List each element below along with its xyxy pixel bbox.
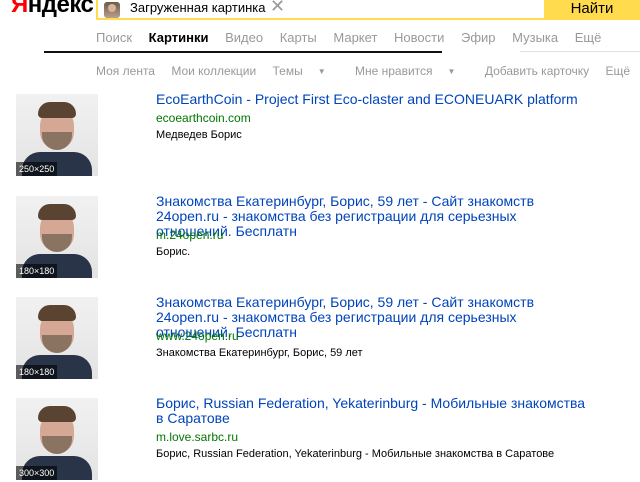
result-description: Медведев Борис [156, 129, 242, 141]
subnav-likes-label: Мне нравится [355, 64, 433, 78]
search-box[interactable]: Загруженная картинка ✕ [96, 0, 544, 20]
image-size-badge: 180×180 [16, 264, 58, 278]
hair-shape [38, 305, 76, 321]
beard-shape [42, 234, 72, 252]
chevron-down-icon: ▼ [317, 67, 326, 76]
service-tabs: Поиск Картинки Видео Карты Маркет Новост… [96, 30, 614, 45]
beard-shape [42, 132, 72, 150]
result-item: 300×300 Борис, Russian Federation, Yekat… [16, 396, 636, 482]
logo-rest: ндекс [27, 0, 94, 18]
find-button[interactable]: Найти [544, 0, 640, 20]
result-description: Борис. [156, 246, 191, 258]
tab-video[interactable]: Видео [225, 30, 263, 45]
subnav-topics[interactable]: Темы ▼ [273, 64, 339, 78]
tab-music[interactable]: Музыка [512, 30, 558, 45]
image-size-badge: 180×180 [16, 365, 58, 379]
image-size-badge: 250×250 [16, 162, 58, 176]
tab-images[interactable]: Картинки [149, 30, 209, 45]
subnav-add-card[interactable]: Добавить карточку [485, 64, 589, 78]
result-description: Знакомства Екатеринбург, Борис, 59 лет [156, 347, 363, 359]
logo-first-letter: Я [11, 0, 28, 18]
result-description: Борис, Russian Federation, Yekaterinburg… [156, 448, 555, 460]
tab-news[interactable]: Новости [394, 30, 444, 45]
tab-more[interactable]: Ещё [575, 30, 602, 45]
subnav-my-collections[interactable]: Мои коллекции [171, 64, 256, 78]
tabs-divider-right [520, 51, 640, 52]
result-thumbnail[interactable]: 300×300 [16, 398, 98, 480]
result-item: 250×250 EcoEarthCoin - Project First Eco… [16, 92, 636, 178]
image-size-badge: 300×300 [16, 466, 58, 480]
search-input[interactable]: Загруженная картинка [130, 0, 265, 15]
tab-efir[interactable]: Эфир [461, 30, 496, 45]
result-url-link[interactable]: ecoearthcoin.com [156, 111, 251, 125]
images-subnav: Моя лента Мои коллекции Темы ▼ Мне нравит… [96, 64, 640, 78]
chevron-down-icon: ▼ [447, 67, 456, 76]
tabs-divider [44, 51, 442, 53]
beard-shape [42, 335, 72, 353]
tab-maps[interactable]: Карты [280, 30, 317, 45]
result-title-link[interactable]: Борис, Russian Federation, Yekaterinburg… [156, 396, 596, 426]
clear-icon[interactable]: ✕ [270, 0, 285, 15]
subnav-topics-label: Темы [272, 64, 303, 78]
subnav-more[interactable]: Ещё▼ [606, 64, 640, 78]
result-url-link[interactable]: www.24open.ru [156, 329, 239, 343]
subnav-likes[interactable]: Мне нравится ▼ [355, 64, 468, 78]
result-thumbnail[interactable]: 180×180 [16, 196, 98, 278]
hair-shape [38, 406, 76, 422]
yandex-logo[interactable]: Яндекс [11, 0, 94, 19]
hair-shape [38, 204, 76, 220]
result-title-link[interactable]: EcoEarthCoin - Project First Eco-claster… [156, 92, 596, 107]
tab-search[interactable]: Поиск [96, 30, 132, 45]
beard-shape [42, 436, 72, 454]
hair-shape [38, 102, 76, 118]
result-item: 180×180 Знакомства Екатеринбург, Борис, … [16, 295, 636, 381]
result-url-link[interactable]: m.24open.ru [156, 228, 223, 242]
tab-market[interactable]: Маркет [333, 30, 377, 45]
result-thumbnail[interactable]: 180×180 [16, 297, 98, 379]
subnav-more-label: Ещё [605, 64, 631, 78]
uploaded-image-thumbnail[interactable] [104, 2, 120, 18]
result-item: 180×180 Знакомства Екатеринбург, Борис, … [16, 194, 636, 280]
subnav-my-feed[interactable]: Моя лента [96, 64, 155, 78]
result-url-link[interactable]: m.love.sarbc.ru [156, 430, 238, 444]
result-thumbnail[interactable]: 250×250 [16, 94, 98, 176]
